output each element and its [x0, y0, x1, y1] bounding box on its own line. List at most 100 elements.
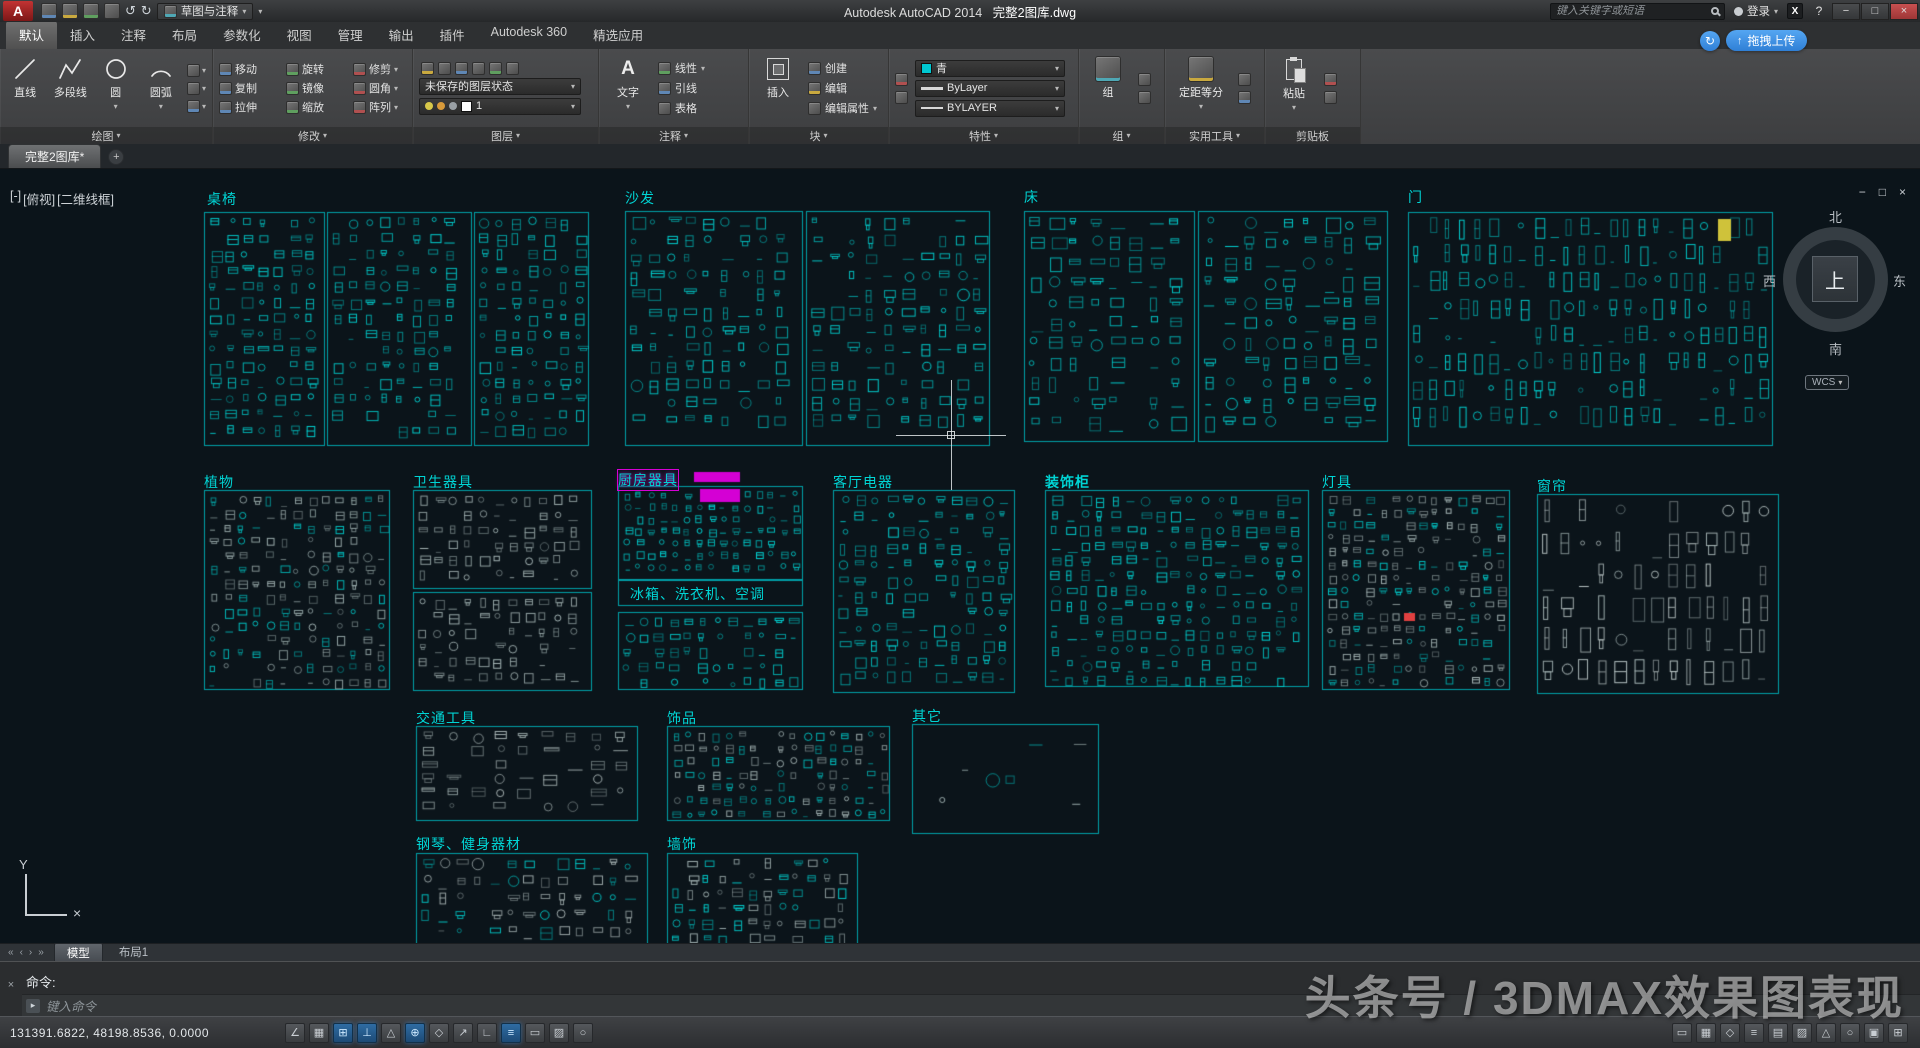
drawing-area[interactable]: [-] [俯视] [二维线框] − □ × 北 西 东 上 南 WCS▾ Y ×… — [0, 169, 1920, 943]
modify-tool-2[interactable]: 修剪▾ — [353, 61, 416, 77]
text-tool-button[interactable]: A 文字 ▾ — [605, 53, 651, 123]
status-toggle-6[interactable]: ◇ — [429, 1023, 449, 1043]
upload-sync-icon[interactable]: ↻ — [1700, 31, 1720, 51]
new-tab-button[interactable]: + — [108, 149, 124, 165]
layer-lock-icon[interactable] — [489, 62, 502, 75]
wcs-dropdown[interactable]: WCS▾ — [1805, 375, 1849, 390]
status-right-icon-6[interactable]: △ — [1816, 1023, 1836, 1043]
workspace-switcher[interactable]: 草图与注释 ▾ — [157, 3, 254, 20]
panel-draw-label[interactable]: 绘图▾ — [0, 127, 212, 144]
group-edit-icon[interactable] — [1138, 91, 1151, 104]
table-tool-button[interactable]: 表格 — [658, 100, 705, 116]
polyline-tool-button[interactable]: 多段线 — [51, 53, 89, 123]
modify-tool-6[interactable]: 拉伸 — [219, 99, 282, 115]
doc-close-button[interactable]: × — [1899, 185, 1906, 199]
save-icon[interactable] — [83, 3, 99, 19]
panel-annotate-label[interactable]: 注释▾ — [599, 127, 748, 144]
viewcube-top-face[interactable]: 上 — [1812, 256, 1858, 302]
ribbon-tab-1[interactable]: 插入 — [57, 21, 108, 49]
modify-tool-5[interactable]: 圆角▾ — [353, 80, 416, 96]
dimension-tool-button[interactable]: 线性▾ — [658, 60, 705, 76]
status-right-icon-9[interactable]: ⊞ — [1888, 1023, 1908, 1043]
status-toggle-9[interactable]: ≡ — [501, 1023, 521, 1043]
command-input[interactable]: ▸ 键入命令 — [22, 994, 1920, 1016]
viewcube-north-label[interactable]: 北 — [1763, 207, 1908, 226]
viewport-menu-control[interactable]: [-] — [10, 189, 21, 208]
viewcube-west-label[interactable]: 西 — [1763, 271, 1776, 290]
ribbon-tab-5[interactable]: 视图 — [274, 21, 325, 49]
layout-nav-3[interactable]: » — [36, 947, 46, 958]
ribbon-tab-10[interactable]: 精选应用 — [580, 21, 656, 49]
exchange-apps-icon[interactable]: X — [1787, 3, 1803, 19]
layer-freeze-icon[interactable] — [472, 62, 485, 75]
cut-icon[interactable] — [1324, 73, 1337, 86]
open-file-icon[interactable] — [62, 3, 78, 19]
search-icon[interactable] — [1711, 7, 1719, 15]
qat-menu-arrow-icon[interactable]: ▾ — [258, 7, 262, 16]
upload-button[interactable]: ↑ 拖拽上传 — [1726, 30, 1807, 51]
panel-layers-label[interactable]: 图层▾ — [413, 127, 598, 144]
viewport-visual-style-control[interactable]: [二维线框] — [57, 189, 114, 208]
layout-tab-1[interactable]: 布局1 — [107, 943, 160, 963]
layer-dropdown[interactable]: 1▾ — [419, 98, 581, 115]
plot-icon[interactable] — [104, 3, 120, 19]
properties-list-icon[interactable] — [895, 91, 908, 104]
redo-icon[interactable]: ↻ — [141, 3, 152, 19]
maximize-button[interactable]: □ — [1861, 3, 1889, 20]
help-icon[interactable]: ? — [1812, 4, 1826, 18]
hatch-flyout-button[interactable]: ▾ — [187, 100, 206, 113]
ribbon-tab-3[interactable]: 布局 — [159, 21, 210, 49]
panel-groups-label[interactable]: 组▾ — [1079, 127, 1164, 144]
command-close-icon[interactable]: × — [8, 979, 14, 991]
point-style-icon[interactable] — [1238, 91, 1251, 104]
coordinates-display[interactable]: 131391.6822, 48198.8536, 0.0000 — [10, 1026, 255, 1040]
edit-attributes-button[interactable]: 编辑属性▾ — [808, 100, 877, 116]
modify-tool-8[interactable]: 阵列▾ — [353, 99, 416, 115]
status-right-icon-2[interactable]: ◇ — [1720, 1023, 1740, 1043]
status-right-icon-0[interactable]: ▭ — [1672, 1023, 1692, 1043]
status-right-icon-8[interactable]: ▣ — [1864, 1023, 1884, 1043]
status-toggle-7[interactable]: ↗ — [453, 1023, 473, 1043]
group-button[interactable]: 组 — [1085, 53, 1131, 123]
layer-isolate-icon[interactable] — [455, 62, 468, 75]
ribbon-tab-8[interactable]: 插件 — [427, 21, 478, 49]
arc-tool-button[interactable]: 圆弧 ▾ — [142, 53, 180, 123]
copy-clip-icon[interactable] — [1324, 91, 1337, 104]
paste-button[interactable]: 粘贴 ▾ — [1271, 53, 1317, 123]
doc-restore-button[interactable]: □ — [1879, 185, 1886, 199]
modify-tool-7[interactable]: 缩放 — [286, 99, 349, 115]
rectangle-flyout-button[interactable]: ▾ — [187, 64, 206, 77]
lineweight-dropdown[interactable]: ByLayer▾ — [915, 80, 1065, 97]
status-toggle-1[interactable]: ▦ — [309, 1023, 329, 1043]
layout-tab-0[interactable]: 模型 — [54, 943, 103, 963]
panel-modify-label[interactable]: 修改▾ — [213, 127, 412, 144]
modify-tool-4[interactable]: 镜像 — [286, 80, 349, 96]
status-toggle-12[interactable]: ○ — [573, 1023, 593, 1043]
status-toggle-10[interactable]: ▭ — [525, 1023, 545, 1043]
status-toggle-2[interactable]: ⊞ — [333, 1023, 353, 1043]
ribbon-tab-4[interactable]: 参数化 — [210, 21, 274, 49]
ellipse-flyout-button[interactable]: ▾ — [187, 82, 206, 95]
quick-select-icon[interactable] — [1238, 73, 1251, 86]
match-properties-icon[interactable] — [895, 73, 908, 86]
ribbon-tab-0[interactable]: 默认 — [6, 21, 57, 49]
ribbon-tab-2[interactable]: 注释 — [108, 21, 159, 49]
status-right-icon-7[interactable]: ○ — [1840, 1023, 1860, 1043]
status-toggle-4[interactable]: △ — [381, 1023, 401, 1043]
status-toggle-8[interactable]: ∟ — [477, 1023, 497, 1043]
insert-block-button[interactable]: 插入 — [755, 53, 801, 123]
new-file-icon[interactable] — [41, 3, 57, 19]
circle-tool-button[interactable]: 圆 ▾ — [97, 53, 135, 123]
leader-tool-button[interactable]: 引线 — [658, 80, 705, 96]
undo-icon[interactable]: ↺ — [125, 3, 136, 19]
sign-in-button[interactable]: 登录 ▾ — [1734, 3, 1778, 19]
viewcube[interactable]: 北 西 东 上 南 WCS▾ — [1763, 207, 1908, 395]
panel-properties-label[interactable]: 特性▾ — [889, 127, 1078, 144]
layer-state-dropdown[interactable]: 未保存的图层状态▾ — [419, 78, 581, 95]
panel-clipboard-label[interactable]: 剪贴板 — [1265, 127, 1360, 144]
layout-nav-2[interactable]: › — [27, 947, 34, 958]
ribbon-tab-7[interactable]: 输出 — [376, 21, 427, 49]
viewcube-east-label[interactable]: 东 — [1893, 271, 1906, 290]
panel-block-label[interactable]: 块▾ — [749, 127, 888, 144]
layer-properties-icon[interactable] — [421, 62, 434, 75]
